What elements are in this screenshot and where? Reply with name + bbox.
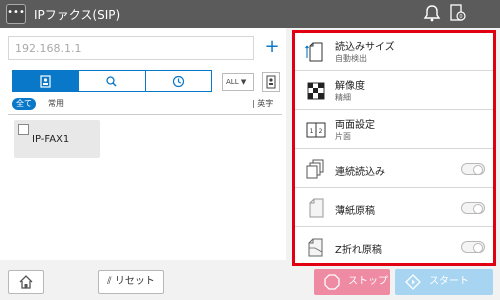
- more-icon: •••: [7, 7, 25, 18]
- setting-name: 連続読込み: [335, 167, 385, 178]
- address-book-icon: [40, 74, 51, 88]
- stop-button[interactable]: ストップ: [314, 269, 390, 295]
- home-icon: [19, 275, 33, 289]
- setting-name: 解像度: [335, 81, 365, 92]
- tab-search[interactable]: [79, 71, 146, 91]
- chevron-down-icon: ▼: [240, 78, 247, 86]
- category-favorites[interactable]: 常用: [48, 98, 64, 109]
- tab-history[interactable]: [146, 71, 211, 91]
- setting-name: Z折れ原稿: [335, 245, 382, 256]
- reset-icon: ⫽: [107, 276, 112, 287]
- top-bar: ••• IPファクス(SIP) 0: [0, 0, 500, 28]
- category-alphabet[interactable]: | 英字: [252, 98, 273, 109]
- setting-z-fold[interactable]: Z折れ原稿: [295, 228, 493, 266]
- filter-dropdown[interactable]: ALL ▼: [222, 73, 254, 91]
- start-icon: [405, 274, 421, 290]
- add-contact-icon: [266, 75, 276, 89]
- filter-value: ALL: [226, 78, 239, 86]
- destination-entry[interactable]: IP-FAX1: [14, 120, 100, 158]
- user-status-icon[interactable]: 0: [448, 3, 468, 23]
- setting-name: 読込みサイズ: [335, 42, 395, 53]
- setting-resolution[interactable]: 解像度 精細: [295, 72, 493, 110]
- duplex-icon: 1 2: [306, 122, 326, 138]
- address-field[interactable]: 192.168.1.1: [8, 36, 254, 60]
- reset-button[interactable]: ⫽ リセット: [98, 270, 164, 294]
- more-menu-button[interactable]: •••: [6, 4, 26, 24]
- setting-name: 薄紙原稿: [335, 206, 375, 217]
- setting-duplex[interactable]: 1 2 両面設定 片面: [295, 111, 493, 149]
- thin-paper-icon: [309, 198, 324, 218]
- setting-scan-size[interactable]: 読込みサイズ 自動検出: [295, 33, 493, 71]
- stop-icon: [324, 274, 340, 290]
- history-icon: [172, 75, 184, 87]
- thin-paper-toggle[interactable]: [461, 202, 485, 214]
- entry-name: IP-FAX1: [32, 134, 70, 145]
- home-button[interactable]: [8, 270, 44, 294]
- continuous-scan-icon: [306, 159, 324, 179]
- start-button[interactable]: スタート: [395, 269, 493, 295]
- z-fold-icon: [308, 238, 323, 257]
- bell-icon[interactable]: [422, 3, 442, 23]
- svg-text:2: 2: [319, 128, 323, 135]
- scan-size-icon: [305, 42, 323, 62]
- category-all[interactable]: 全て: [12, 98, 36, 110]
- resolution-icon: [307, 82, 325, 100]
- setting-name: 両面設定: [335, 120, 375, 131]
- destination-panel: 192.168.1.1 + ALL ▼ 全て 常用 | 英字 IP-FAX1: [0, 28, 286, 260]
- stop-label: ストップ: [348, 276, 388, 287]
- continuous-scan-toggle[interactable]: [461, 163, 485, 175]
- tab-address-book[interactable]: [13, 71, 80, 91]
- destination-tabs: [12, 70, 212, 92]
- setting-value: 精細: [335, 93, 351, 102]
- page-title: IPファクス(SIP): [34, 8, 121, 22]
- z-fold-toggle[interactable]: [461, 241, 485, 253]
- setting-value: 片面: [335, 132, 351, 141]
- setting-thin-paper[interactable]: 薄紙原稿: [295, 189, 493, 227]
- search-icon: [106, 75, 118, 87]
- entry-checkbox[interactable]: [18, 124, 29, 135]
- register-address-button[interactable]: [262, 72, 280, 92]
- divider: [8, 114, 282, 115]
- svg-text:1: 1: [310, 128, 314, 135]
- setting-value: 自動検出: [335, 54, 367, 63]
- settings-panel: 読込みサイズ 自動検出 解像度 精細 1 2 両面設定 片面 連続読込み 薄紙原…: [292, 30, 496, 266]
- setting-continuous-scan[interactable]: 連続読込み: [295, 150, 493, 188]
- bottom-bar: ⫽ リセット ストップ スタート: [0, 266, 500, 300]
- start-label: スタート: [429, 276, 469, 287]
- reset-label: リセット: [114, 276, 155, 287]
- add-address-button[interactable]: +: [264, 36, 280, 60]
- svg-text:0: 0: [459, 14, 462, 20]
